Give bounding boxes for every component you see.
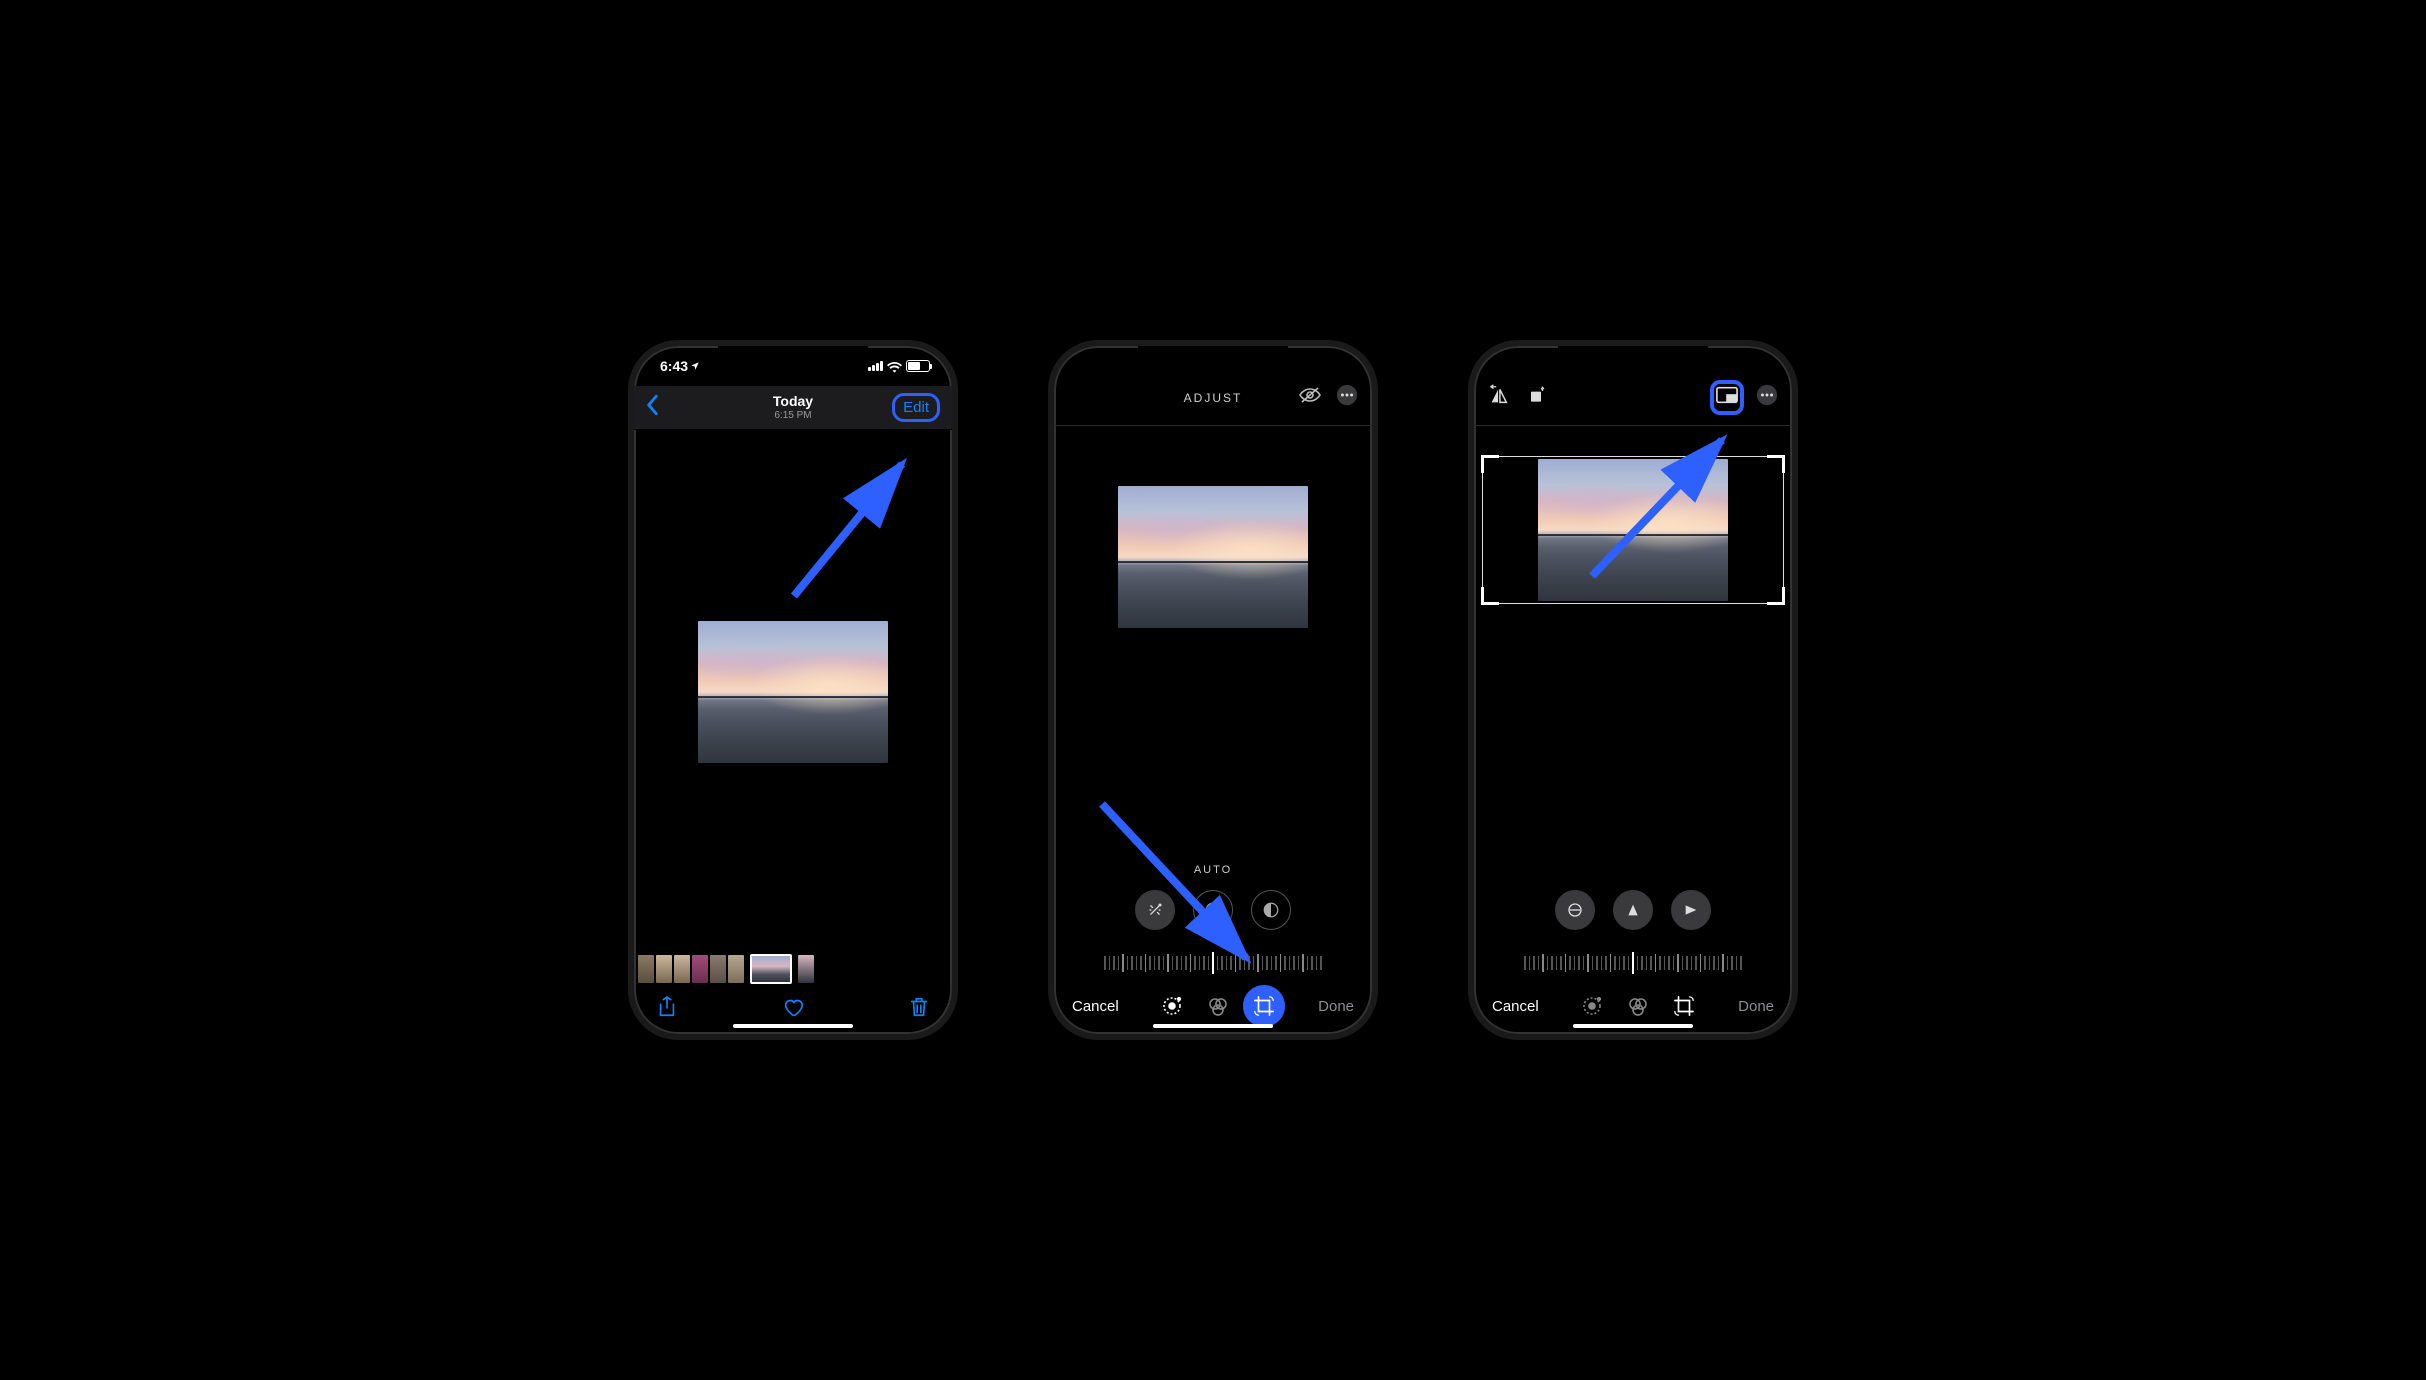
phone-screenshot-1: 6:43 Today 6:15 PM Edit — [628, 340, 958, 1040]
phone-screenshot-2: ADJUST AUTO Cancel — [1048, 340, 1378, 1040]
crop-handle-br[interactable] — [1767, 587, 1785, 605]
brilliance-adjust-button[interactable] — [1251, 890, 1291, 930]
cancel-button[interactable]: Cancel — [1492, 998, 1539, 1015]
aspect-ratio-button[interactable] — [1710, 380, 1744, 415]
crop-handle-tl[interactable] — [1481, 455, 1499, 473]
crop-frame[interactable] — [1482, 456, 1784, 604]
selected-thumbnail[interactable] — [750, 954, 792, 984]
rotation-slider[interactable] — [1474, 948, 1792, 978]
phone-notch — [1558, 346, 1708, 372]
filters-tab-button[interactable] — [1205, 993, 1231, 1019]
back-button[interactable] — [646, 394, 660, 421]
adjustment-slider[interactable] — [1054, 948, 1372, 978]
auto-adjust-button[interactable] — [1135, 890, 1175, 930]
delete-button[interactable] — [908, 995, 930, 1024]
location-icon — [690, 361, 700, 371]
photo-viewer[interactable] — [634, 430, 952, 954]
adjustment-dials — [1054, 890, 1372, 930]
sunset-photo — [698, 621, 888, 763]
more-button[interactable] — [1336, 384, 1358, 411]
phone-notch — [1138, 346, 1288, 372]
exposure-adjust-button[interactable] — [1193, 890, 1233, 930]
rotate-button[interactable] — [1526, 385, 1546, 410]
battery-icon — [906, 360, 930, 372]
cellular-icon — [868, 361, 883, 371]
home-indicator[interactable] — [733, 1024, 853, 1028]
crop-handle-bl[interactable] — [1481, 587, 1499, 605]
photo-nav-bar: Today 6:15 PM Edit — [634, 386, 952, 430]
phone-notch — [718, 346, 868, 372]
cancel-button[interactable]: Cancel — [1072, 998, 1119, 1015]
done-button[interactable]: Done — [1738, 998, 1774, 1015]
horizontal-perspective-button[interactable] — [1671, 890, 1711, 930]
phone-screenshot-3: Cancel Done — [1468, 340, 1798, 1040]
thumbnail-strip[interactable] — [634, 954, 952, 984]
sunset-photo — [1118, 486, 1308, 628]
flip-button[interactable] — [1488, 384, 1510, 411]
home-indicator[interactable] — [1153, 1024, 1273, 1028]
crop-handle-tr[interactable] — [1767, 455, 1785, 473]
filters-tab-button[interactable] — [1625, 993, 1651, 1019]
editor-header: ADJUST — [1054, 370, 1372, 426]
editor-canvas[interactable] — [1054, 426, 1372, 648]
more-button[interactable] — [1756, 384, 1778, 411]
edit-button[interactable]: Edit — [892, 393, 940, 422]
crop-tab-button[interactable] — [1251, 993, 1277, 1019]
toggle-original-button[interactable] — [1298, 386, 1322, 409]
wifi-icon — [887, 360, 902, 372]
status-time: 6:43 — [660, 358, 688, 374]
done-button[interactable]: Done — [1318, 998, 1354, 1015]
adjustment-name: AUTO — [1054, 864, 1372, 876]
share-button[interactable] — [656, 995, 678, 1024]
adjust-tab-button[interactable] — [1579, 993, 1605, 1019]
home-indicator[interactable] — [1573, 1024, 1693, 1028]
straighten-button[interactable] — [1555, 890, 1595, 930]
crop-header — [1474, 370, 1792, 426]
crop-adjust-dials — [1474, 890, 1792, 930]
vertical-perspective-button[interactable] — [1613, 890, 1653, 930]
crop-tab-button[interactable] — [1671, 993, 1697, 1019]
favorite-button[interactable] — [782, 995, 804, 1024]
sunset-photo — [1538, 459, 1728, 601]
adjust-tab-button[interactable] — [1159, 993, 1185, 1019]
